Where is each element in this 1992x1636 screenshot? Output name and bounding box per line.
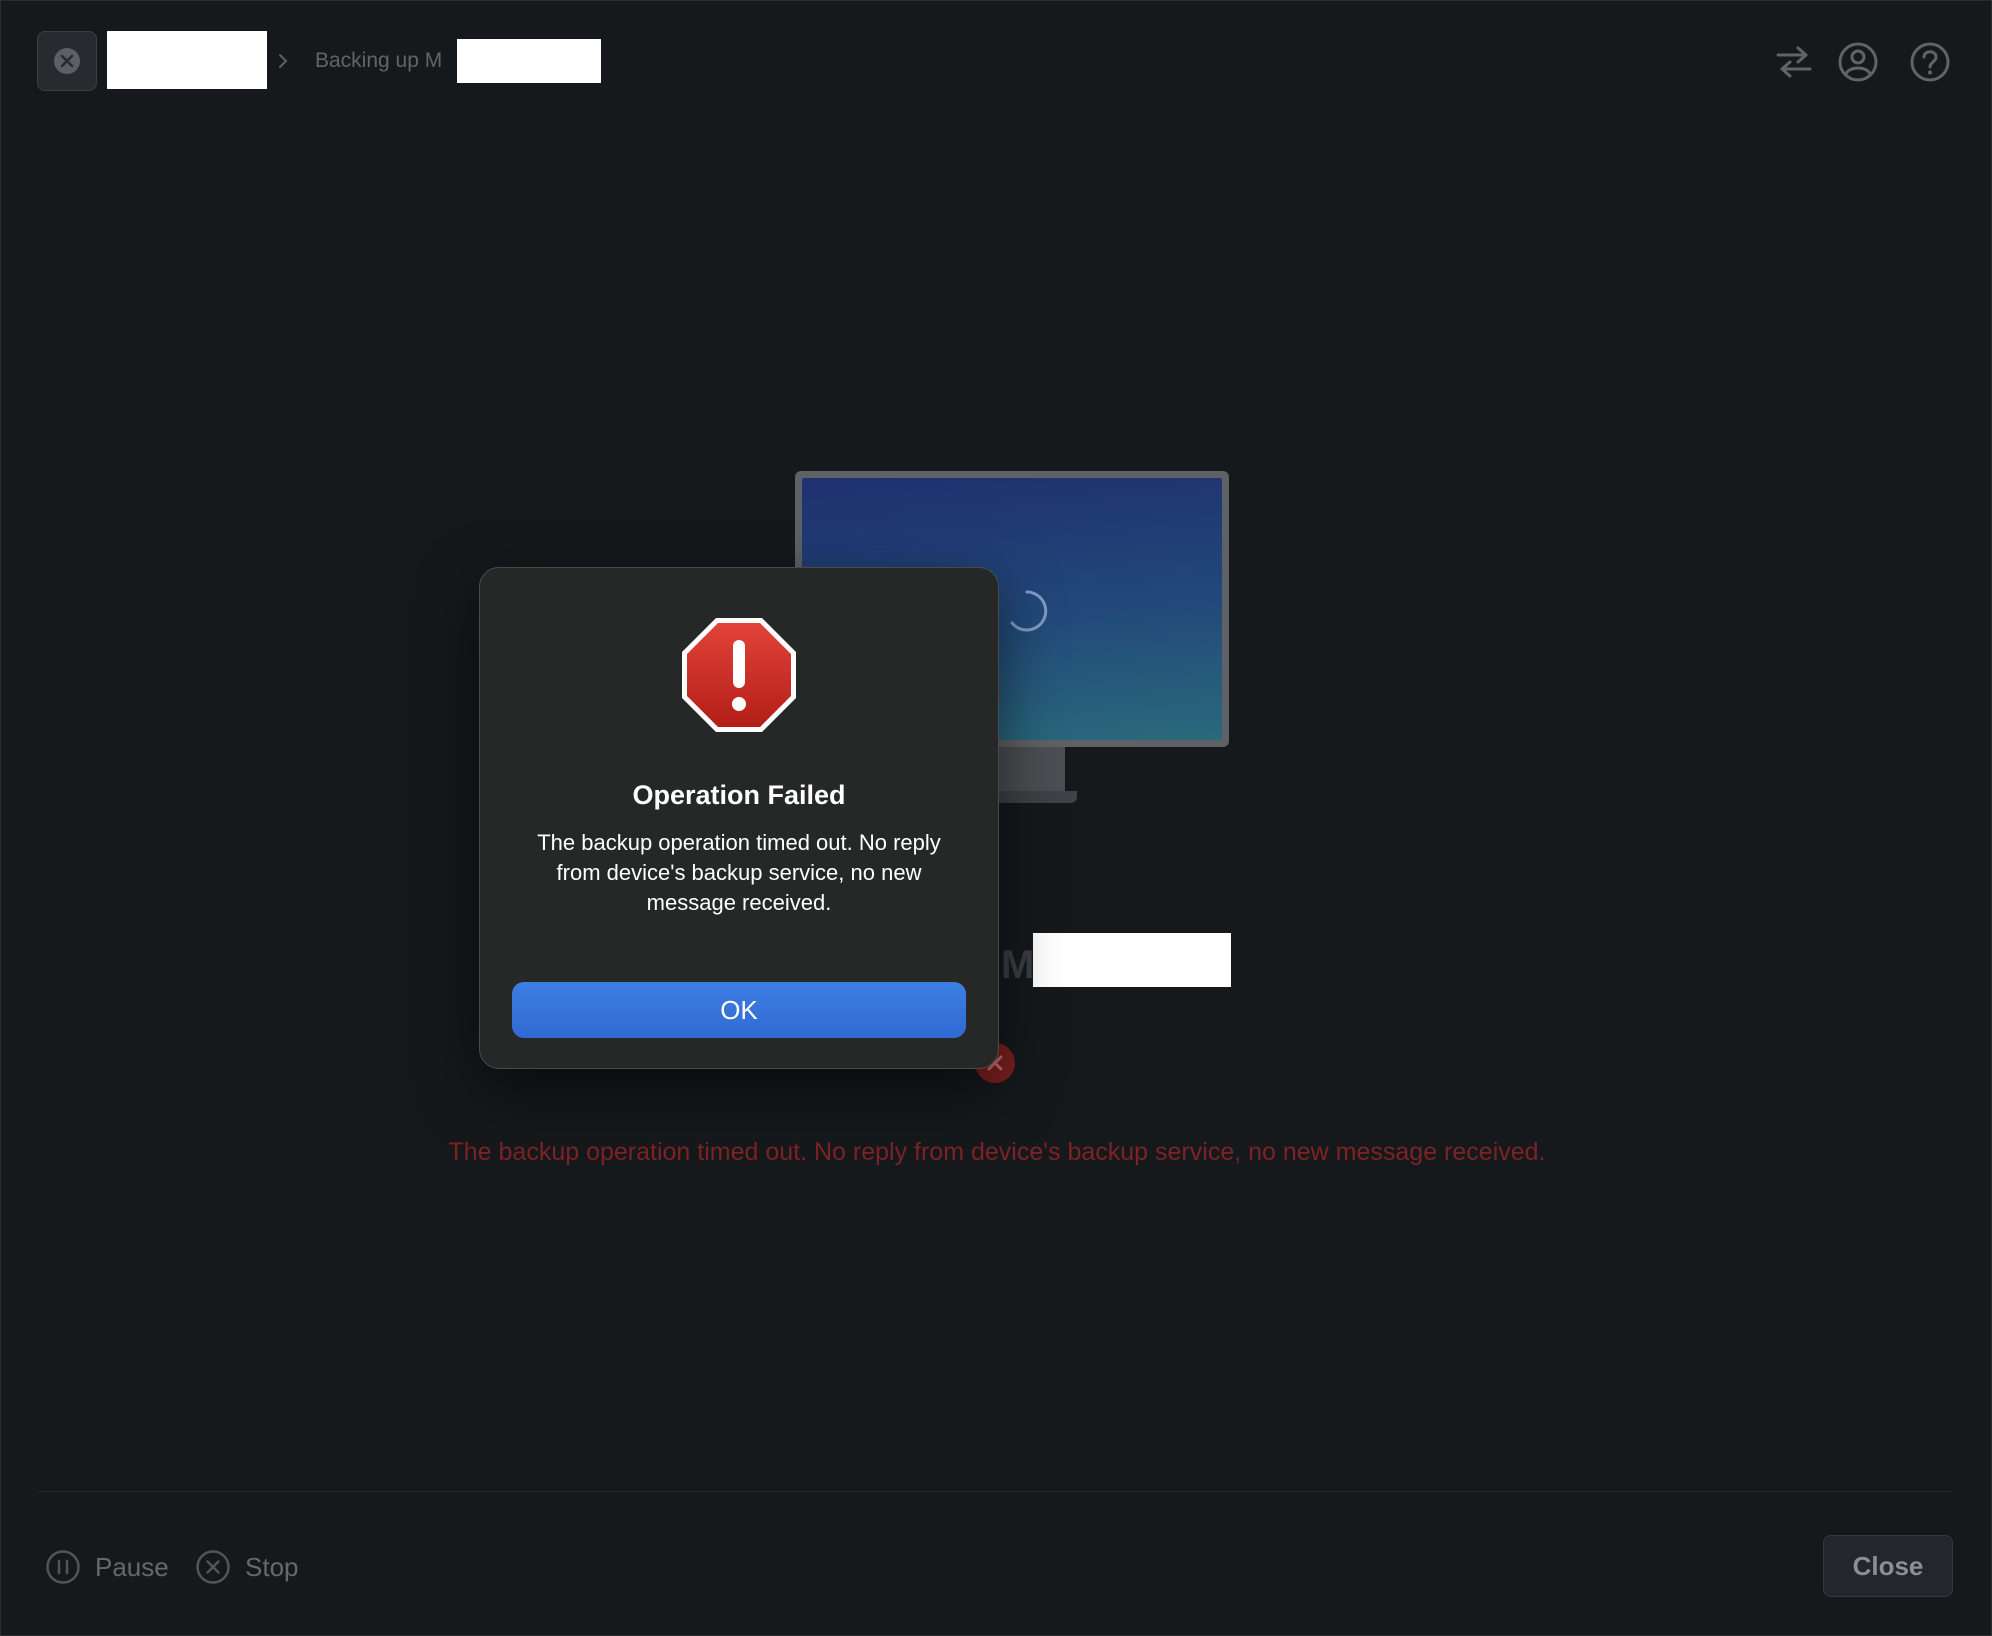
stop-label: Stop	[245, 1551, 299, 1582]
account-icon	[1838, 42, 1878, 82]
header-close-button[interactable]	[37, 31, 97, 91]
close-circle-icon	[54, 48, 80, 74]
breadcrumb-current: Backing up M	[315, 49, 443, 72]
pause-icon	[46, 1550, 80, 1584]
pause-button[interactable]: Pause	[45, 1547, 169, 1587]
stop-icon	[196, 1550, 230, 1584]
pause-label: Pause	[95, 1551, 169, 1582]
stop-button[interactable]: Stop	[195, 1547, 299, 1587]
transfer-button[interactable]	[1773, 41, 1815, 83]
device-name: M	[1001, 943, 1035, 987]
transfer-icon	[1776, 46, 1812, 78]
ok-button[interactable]: OK	[512, 982, 966, 1038]
footer-divider	[37, 1491, 1953, 1492]
chevron-right-icon	[273, 45, 293, 77]
app-window: Backing up M M The backup operation time…	[0, 0, 1992, 1636]
dialog-title: Operation Failed	[632, 780, 846, 810]
monitor-stand	[999, 747, 1065, 793]
redacted-device-name-crumb	[457, 39, 601, 83]
help-button[interactable]	[1909, 41, 1951, 83]
help-icon	[1910, 42, 1950, 82]
account-button[interactable]	[1837, 41, 1879, 83]
dialog-message: The backup operation timed out. No reply…	[537, 830, 941, 915]
spinner-icon	[1010, 590, 1048, 632]
redacted-device-name	[1033, 933, 1231, 987]
redacted-device-crumb	[107, 31, 267, 89]
error-message: The backup operation timed out. No reply…	[448, 1138, 1546, 1166]
stop-alert-icon	[682, 618, 796, 732]
operation-failed-dialog: Operation Failed The backup operation ti…	[479, 567, 999, 1069]
close-button[interactable]: Close	[1823, 1535, 1953, 1597]
